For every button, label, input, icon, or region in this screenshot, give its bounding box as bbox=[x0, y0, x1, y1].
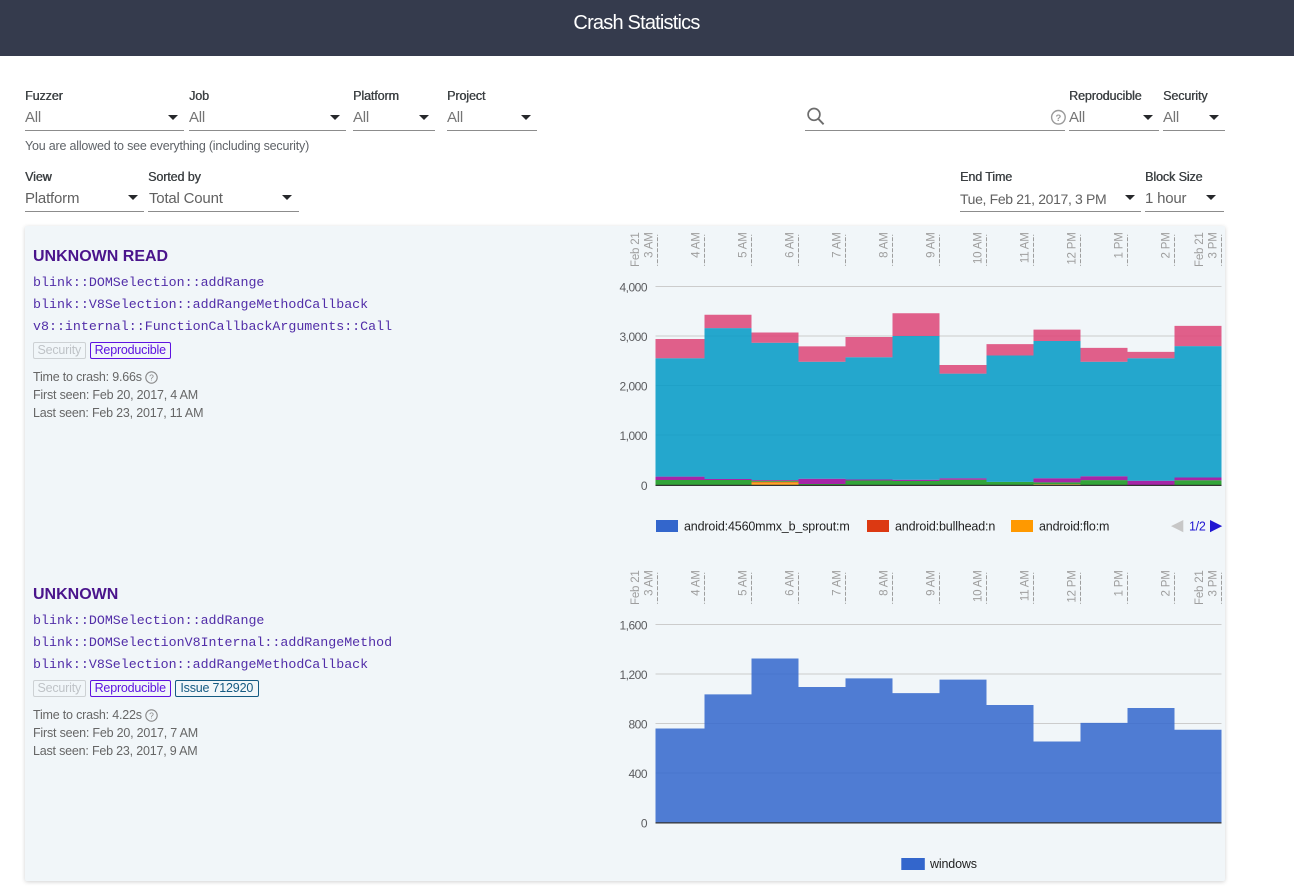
svg-text:3 PM: 3 PM bbox=[1208, 570, 1220, 596]
svg-text:3 AM: 3 AM bbox=[644, 232, 656, 257]
svg-text:5 AM: 5 AM bbox=[738, 570, 750, 595]
svg-text:10 AM: 10 AM bbox=[973, 232, 985, 264]
svg-text:6 AM: 6 AM bbox=[785, 232, 797, 257]
svg-text:800: 800 bbox=[628, 717, 647, 731]
svg-text:1/2: 1/2 bbox=[1189, 519, 1206, 533]
svg-text:4 AM: 4 AM bbox=[691, 232, 703, 257]
svg-text:Feb 21: Feb 21 bbox=[630, 570, 642, 605]
svg-text:8 AM: 8 AM bbox=[879, 570, 891, 595]
svg-text:1,000: 1,000 bbox=[619, 429, 647, 443]
svg-text:9 AM: 9 AM bbox=[926, 232, 938, 257]
svg-text:1,200: 1,200 bbox=[619, 668, 647, 682]
svg-text:6 AM: 6 AM bbox=[785, 570, 797, 595]
svg-text:1,600: 1,600 bbox=[619, 618, 647, 632]
svg-text:android:flo:m: android:flo:m bbox=[1039, 520, 1109, 534]
svg-text:11 AM: 11 AM bbox=[1020, 232, 1032, 263]
svg-text:Feb 21: Feb 21 bbox=[1194, 232, 1206, 267]
svg-text:11 AM: 11 AM bbox=[1020, 570, 1032, 601]
svg-text:8 AM: 8 AM bbox=[879, 232, 891, 257]
svg-text:400: 400 bbox=[628, 767, 647, 781]
svg-text:7 AM: 7 AM bbox=[832, 232, 844, 257]
svg-text:4,000: 4,000 bbox=[619, 280, 647, 294]
svg-text:2 PM: 2 PM bbox=[1161, 232, 1173, 258]
svg-text:4 AM: 4 AM bbox=[691, 570, 703, 595]
svg-text:3 PM: 3 PM bbox=[1208, 232, 1220, 258]
svg-text:0: 0 bbox=[641, 816, 648, 830]
svg-text:windows: windows bbox=[929, 857, 977, 871]
svg-text:12 PM: 12 PM bbox=[1067, 570, 1079, 602]
svg-text:android:4560mmx_b_sprout:m: android:4560mmx_b_sprout:m bbox=[684, 520, 850, 534]
svg-text:Feb 21: Feb 21 bbox=[630, 232, 642, 267]
svg-text:2,000: 2,000 bbox=[619, 379, 647, 393]
svg-text:Feb 21: Feb 21 bbox=[1194, 570, 1206, 605]
svg-text:12 PM: 12 PM bbox=[1067, 232, 1079, 264]
svg-text:9 AM: 9 AM bbox=[926, 570, 938, 595]
svg-text:3 AM: 3 AM bbox=[644, 570, 656, 595]
svg-text:2 PM: 2 PM bbox=[1161, 570, 1173, 596]
svg-text:0: 0 bbox=[641, 479, 648, 493]
svg-text:3,000: 3,000 bbox=[619, 330, 647, 344]
svg-text:android:bullhead:n: android:bullhead:n bbox=[895, 520, 995, 534]
svg-text:1 PM: 1 PM bbox=[1114, 232, 1126, 258]
svg-text:7 AM: 7 AM bbox=[832, 570, 844, 595]
svg-text:10 AM: 10 AM bbox=[973, 570, 985, 602]
svg-text:1 PM: 1 PM bbox=[1114, 570, 1126, 596]
svg-text:5 AM: 5 AM bbox=[738, 232, 750, 257]
